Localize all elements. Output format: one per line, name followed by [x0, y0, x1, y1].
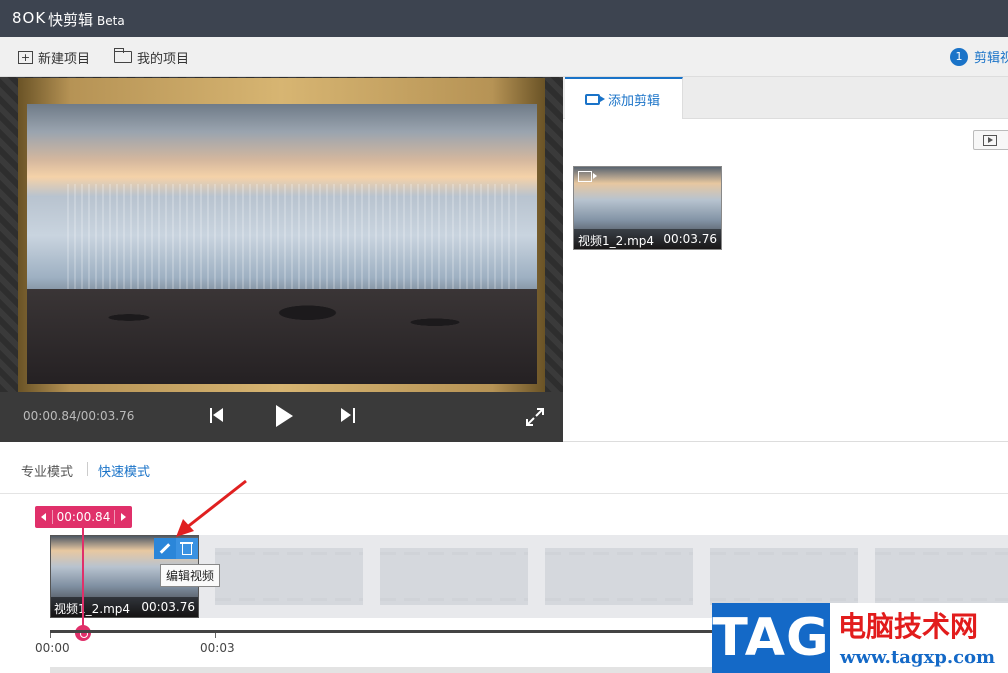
- toolbar: + 新建项目 我的项目 1 剪辑视: [0, 37, 1008, 77]
- ruler-tick: [50, 633, 51, 638]
- app-name: 快剪辑: [48, 11, 94, 29]
- slot-border: [875, 598, 1008, 601]
- new-project-button[interactable]: + 新建项目: [18, 48, 91, 67]
- app-title: 快剪辑 Beta: [48, 9, 125, 30]
- clip-duration: 00:03.76: [141, 600, 195, 614]
- fullscreen-icon[interactable]: [525, 407, 545, 427]
- next-frame-icon[interactable]: [341, 407, 355, 425]
- app-logo: 8OK: [12, 9, 47, 27]
- ruler-tick: [215, 633, 216, 638]
- empty-slot: [710, 548, 858, 605]
- slot-border: [215, 598, 363, 601]
- video-frame: [18, 78, 545, 392]
- slot-border: [215, 552, 363, 555]
- clip-name: 视频1_2.mp4: [54, 602, 131, 616]
- my-projects-label: 我的项目: [137, 51, 190, 67]
- slot-border: [545, 552, 693, 555]
- playhead-scissors-icon[interactable]: [75, 625, 91, 641]
- watermark-url: www.tagxp.com: [840, 647, 996, 668]
- delete-clip-button[interactable]: [176, 538, 198, 559]
- media-tab-strip: 添加剪辑: [563, 77, 1008, 119]
- watermark-title: 电脑技术网: [838, 610, 979, 643]
- new-project-label: 新建项目: [38, 51, 91, 67]
- mode-switch-bar: 专业模式 快速模式: [0, 442, 1008, 494]
- step-indicator[interactable]: 1 剪辑视: [950, 47, 1008, 66]
- video-camera-icon: [585, 93, 605, 105]
- empty-slot: [545, 548, 693, 605]
- edit-video-button[interactable]: [154, 538, 176, 559]
- trash-icon: [180, 542, 193, 555]
- media-item-duration: 00:03.76: [663, 232, 717, 246]
- crowd-silhouette: [27, 289, 537, 384]
- beta-badge: Beta: [97, 14, 125, 28]
- time-readout: 00:00.84/00:03.76: [23, 409, 135, 423]
- previous-frame-icon[interactable]: [210, 407, 224, 425]
- video-file-icon: [578, 171, 597, 182]
- folder-icon: [114, 48, 132, 63]
- video-player: 00:00.84/00:03.76: [0, 77, 563, 442]
- slot-border: [710, 552, 858, 555]
- empty-slot: [380, 548, 528, 605]
- slot-border: [875, 552, 1008, 555]
- pro-mode-tab[interactable]: 专业模式: [21, 461, 73, 480]
- video-preview[interactable]: [27, 104, 537, 384]
- my-projects-button[interactable]: 我的项目: [114, 48, 190, 67]
- slot-border: [710, 598, 858, 601]
- slot-border: [380, 552, 528, 555]
- divider: [52, 510, 53, 524]
- ruler-tick-label: 00:03: [200, 641, 235, 655]
- media-item-info: 视频1_2.mp4 00:03.76: [574, 229, 721, 249]
- nudge-left-icon[interactable]: [41, 513, 46, 521]
- media-item[interactable]: 视频1_2.mp4 00:03.76: [573, 166, 722, 250]
- nudge-right-icon[interactable]: [121, 513, 126, 521]
- ruler-tick-label: 00:00: [35, 641, 70, 655]
- step-number-badge: 1: [950, 47, 968, 66]
- slot-border: [545, 598, 693, 601]
- playhead-time: 00:00.84: [56, 510, 111, 524]
- player-controls: 00:00.84/00:03.76: [0, 392, 563, 442]
- watermark: TAG 电脑技术网 www.tagxp.com: [712, 603, 1008, 673]
- edit-video-tooltip: 编辑视频: [160, 564, 221, 587]
- fast-mode-tab[interactable]: 快速模式: [98, 461, 150, 480]
- step-label: 剪辑视: [974, 51, 1008, 66]
- play-preview-button[interactable]: [973, 130, 1008, 150]
- empty-slot: [875, 548, 1008, 605]
- playhead-time-label[interactable]: 00:00.84: [35, 506, 132, 528]
- watermark-tag-logo: TAG: [712, 603, 830, 673]
- plus-box-icon: +: [18, 50, 33, 64]
- pencil-icon: [159, 543, 171, 554]
- empty-slot: [215, 548, 363, 605]
- media-panel: 添加剪辑 视频1_2.mp4 00:03.76: [563, 77, 1008, 442]
- media-item-name: 视频1_2.mp4: [578, 234, 655, 248]
- slot-border: [380, 598, 528, 601]
- clip-info: 视频1_2.mp4 00:03.76: [51, 597, 198, 617]
- title-bar: 8OK 快剪辑 Beta: [0, 0, 1008, 37]
- tab-add-clip[interactable]: 添加剪辑: [565, 77, 683, 119]
- play-icon[interactable]: [276, 405, 294, 427]
- playhead-line[interactable]: [82, 528, 84, 628]
- mode-divider: [87, 462, 88, 476]
- fireworks-sparkle: [67, 184, 517, 304]
- tab-add-clip-label: 添加剪辑: [608, 93, 661, 109]
- divider: [114, 510, 115, 524]
